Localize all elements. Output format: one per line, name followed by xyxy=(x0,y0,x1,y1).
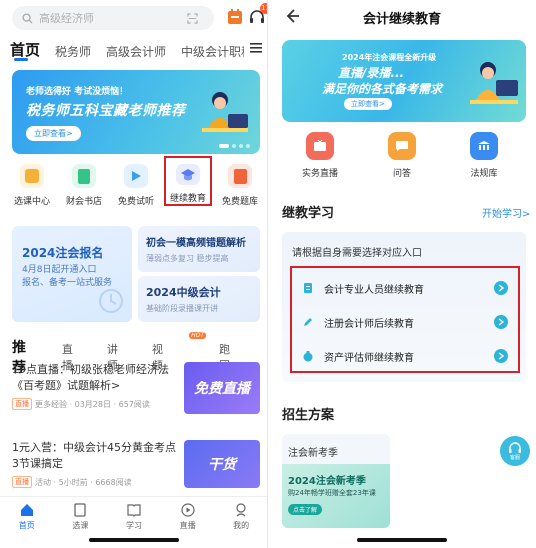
tab-tax-agent[interactable]: 税务师 xyxy=(55,43,91,60)
bookstore-icon xyxy=(72,164,96,188)
cpa-course-banner[interactable]: 2024年注会课程全新升级 直播/录播... 满足你的各式备考需求 立即查看> xyxy=(282,40,526,122)
tabbar-me[interactable]: 我的 xyxy=(233,503,249,548)
book-icon xyxy=(127,504,141,517)
tabbar-courses[interactable]: 选课 xyxy=(72,503,88,548)
service-grid: 实务直播 问答 法规库 xyxy=(290,132,514,179)
teacher-illustration xyxy=(202,92,248,132)
tab-senior-accountant[interactable]: 高级会计师 xyxy=(106,43,166,60)
hot-badge: HOT xyxy=(189,332,206,339)
section-title-study: 继教学习 xyxy=(282,206,335,221)
search-placeholder: 高级经济师 xyxy=(39,12,94,25)
banner-line3: 满足你的各式备考需求 xyxy=(322,82,443,96)
entry-qa[interactable]: 问答 xyxy=(372,132,432,179)
live-tv-icon xyxy=(306,132,334,160)
tab-intermediate-accountant[interactable]: 中级会计职称 xyxy=(181,43,253,60)
entry-continuing-education[interactable]: 继续教育 xyxy=(164,156,212,206)
article-thumbnail[interactable]: 免费直播 xyxy=(184,362,260,414)
plan-image: 2024注会新考季 购24年畅学班赠全套23年课 点击了解 xyxy=(282,464,390,528)
course-center-icon xyxy=(20,164,44,188)
banner-button[interactable]: 立即查看> xyxy=(344,98,392,110)
notification-badge: 11 xyxy=(260,3,267,14)
graduation-cap-icon xyxy=(176,164,200,185)
entry-regulation-library[interactable]: 法规库 xyxy=(454,132,514,179)
courses-icon xyxy=(74,503,87,517)
tab-home-underline xyxy=(0,58,40,61)
home-indicator xyxy=(357,538,447,542)
home-indicator xyxy=(89,538,179,542)
clock-icon xyxy=(99,289,123,313)
document-icon xyxy=(304,283,312,293)
entry-accounting-professional[interactable]: 会计专业人员继续教育 xyxy=(302,278,508,298)
plan-heading: 注会新考季 xyxy=(288,448,338,459)
banner-line1: 老师选得好 考试没烦恼！ xyxy=(26,87,129,97)
free-trial-icon xyxy=(124,164,148,188)
page-title: 会计继续教育 xyxy=(362,12,441,27)
feature-cards: 2024注会报名 4月8日起开通入口 报名、备考一站式服务 初会一模高频错题解析 … xyxy=(12,226,260,322)
home-screen: 高级经济师 11 首页 税务师 高级会计师 中级会计职称 老师选得好 考试没烦恼… xyxy=(0,0,268,548)
library-icon xyxy=(470,132,498,160)
article-item[interactable]: 1元入营：中级会计45分黄金考点3节课搞定 直播 活动 · 5小时前 · 6668… xyxy=(12,440,176,488)
headset-icon xyxy=(509,441,521,453)
search-bar[interactable]: 高级经济师 xyxy=(12,6,214,30)
entry-cpa-followup[interactable]: 注册会计师后续教育 xyxy=(302,312,508,332)
chevron-right-icon[interactable] xyxy=(494,315,508,329)
article-thumbnail[interactable]: 干货 xyxy=(184,440,260,488)
profile-icon xyxy=(236,503,246,517)
education-entry-list: 会计专业人员继续教育 注册会计师后续教育 资产评估师继续教育 xyxy=(290,266,520,373)
home-icon xyxy=(20,504,33,516)
chevron-right-icon[interactable] xyxy=(494,281,508,295)
article-tag: 直播 xyxy=(12,398,32,410)
pen-icon xyxy=(304,318,312,326)
question-bank-icon xyxy=(228,164,252,188)
money-bag-icon xyxy=(303,351,313,362)
plan-cta[interactable]: 点击了解 xyxy=(288,504,323,515)
tab-home[interactable]: 首页 xyxy=(10,39,40,60)
entry-bookstore[interactable]: 财会书店 xyxy=(60,164,108,210)
banner-line2: 税务师五科宝藏老师推荐 xyxy=(26,103,186,119)
menu-icon[interactable] xyxy=(244,36,267,60)
play-circle-icon xyxy=(180,503,195,517)
chat-icon xyxy=(388,132,416,160)
start-learning-link[interactable]: 开始学习> xyxy=(482,205,530,220)
category-tabs: 首页 税务师 高级会计师 中级会计职称 xyxy=(10,38,262,60)
customer-service-button[interactable]: 客服 xyxy=(500,436,530,466)
entry-free-trial[interactable]: 免费试听 xyxy=(112,164,160,210)
banner-line2: 直播/录播... xyxy=(338,66,405,80)
headset-icon[interactable]: 11 xyxy=(248,3,267,26)
article-tag: 直播 xyxy=(12,476,32,488)
tabbar-live[interactable]: 直播 xyxy=(180,503,196,548)
checkin-icon[interactable] xyxy=(226,8,244,26)
card-mock-exam-analysis[interactable]: 初会一模高频错题解析 薄弱点多复习 稳步提高 xyxy=(138,226,260,272)
carousel-dots xyxy=(219,144,250,148)
entry-live-practice[interactable]: 实务直播 xyxy=(290,132,350,179)
card-cpa-registration[interactable]: 2024注会报名 4月8日起开通入口 报名、备考一站式服务 xyxy=(12,226,132,322)
banner-button[interactable]: 立即查看> xyxy=(26,126,81,141)
quick-entry-grid: 选课中心 财会书店 免费试听 继续教育 免费题库 xyxy=(8,156,264,210)
student-illustration xyxy=(470,62,518,104)
continuing-education-screen: 会计继续教育 2024年注会课程全新升级 直播/录播... 满足你的各式备考需求… xyxy=(268,0,536,548)
scan-icon[interactable] xyxy=(187,12,198,24)
tabbar-home[interactable]: 首页 xyxy=(19,503,35,548)
selection-prompt: 请根据自身需要选择对应入口 xyxy=(292,248,422,259)
entry-course-center[interactable]: 选课中心 xyxy=(8,164,56,210)
promo-banner[interactable]: 老师选得好 考试没烦恼！ 税务师五科宝藏老师推荐 立即查看> xyxy=(12,70,260,154)
chevron-right-icon[interactable] xyxy=(494,349,508,363)
banner-line1: 2024年注会课程全新升级 xyxy=(342,53,437,62)
article-item[interactable]: 19点直播：初级张稳老师经济法《百考题》试题解析> 直播 更多经验 · 03月28… xyxy=(12,362,176,410)
card-intermediate-accounting[interactable]: 2024中级会计 基础阶段录播课开讲 xyxy=(138,276,260,322)
enrollment-plan-card[interactable]: 注会新考季 2024注会新考季 购24年畅学班赠全套23年课 点击了解 xyxy=(282,434,390,528)
section-title-enrollment: 招生方案 xyxy=(282,408,335,423)
search-icon xyxy=(22,12,33,24)
entry-asset-appraiser[interactable]: 资产评估师继续教育 xyxy=(302,346,508,366)
entry-free-question-bank[interactable]: 免费题库 xyxy=(216,164,264,210)
